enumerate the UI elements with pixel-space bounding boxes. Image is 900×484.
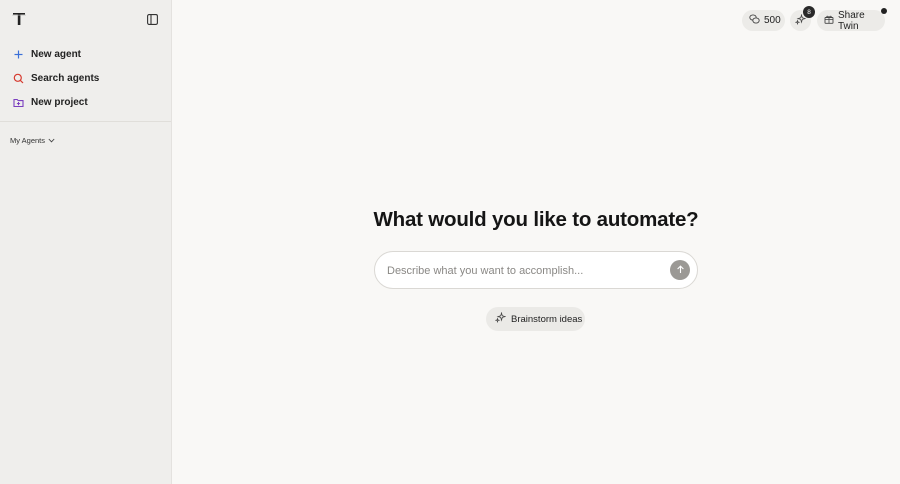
send-button[interactable] [670, 260, 690, 280]
notification-badge: 8 [803, 6, 815, 18]
section-label: My Agents [10, 136, 46, 145]
credits-button[interactable]: 500 [742, 10, 785, 31]
sidebar-nav: New agent Search agents New project [0, 42, 171, 114]
search-icon [12, 72, 24, 84]
arrow-up-icon [676, 261, 685, 279]
prompt-input[interactable] [387, 261, 667, 281]
sidebar-collapse-icon[interactable] [143, 10, 161, 28]
page-title: What would you like to automate? [373, 208, 699, 231]
my-agents-section-toggle[interactable]: My Agents [10, 136, 55, 145]
brainstorm-label: Brainstorm ideas [511, 313, 583, 325]
folder-plus-icon [12, 96, 24, 108]
share-label: Share Twin [838, 9, 865, 32]
sparkle-icon [494, 311, 507, 326]
sidebar-item-label: New agent [31, 48, 82, 60]
sidebar-item-search-agents[interactable]: Search agents [0, 66, 171, 90]
share-status-dot [881, 8, 887, 14]
sidebar: New agent Search agents New project My A… [0, 0, 172, 484]
chevron-down-icon [45, 136, 55, 145]
sidebar-item-label: Search agents [31, 72, 100, 84]
sidebar-divider [0, 121, 171, 122]
plus-icon [12, 48, 24, 60]
prompt-box [374, 251, 698, 289]
sidebar-item-label: New project [31, 96, 88, 108]
twin-logo-icon[interactable] [11, 11, 27, 27]
sidebar-item-new-project[interactable]: New project [0, 90, 171, 114]
coins-icon [749, 14, 760, 27]
share-twin-button[interactable]: Share Twin [817, 9, 885, 32]
gift-icon [824, 14, 834, 27]
credits-count: 500 [764, 15, 781, 26]
sidebar-item-new-agent[interactable]: New agent [0, 42, 171, 66]
brainstorm-ideas-button[interactable]: Brainstorm ideas [486, 307, 585, 331]
